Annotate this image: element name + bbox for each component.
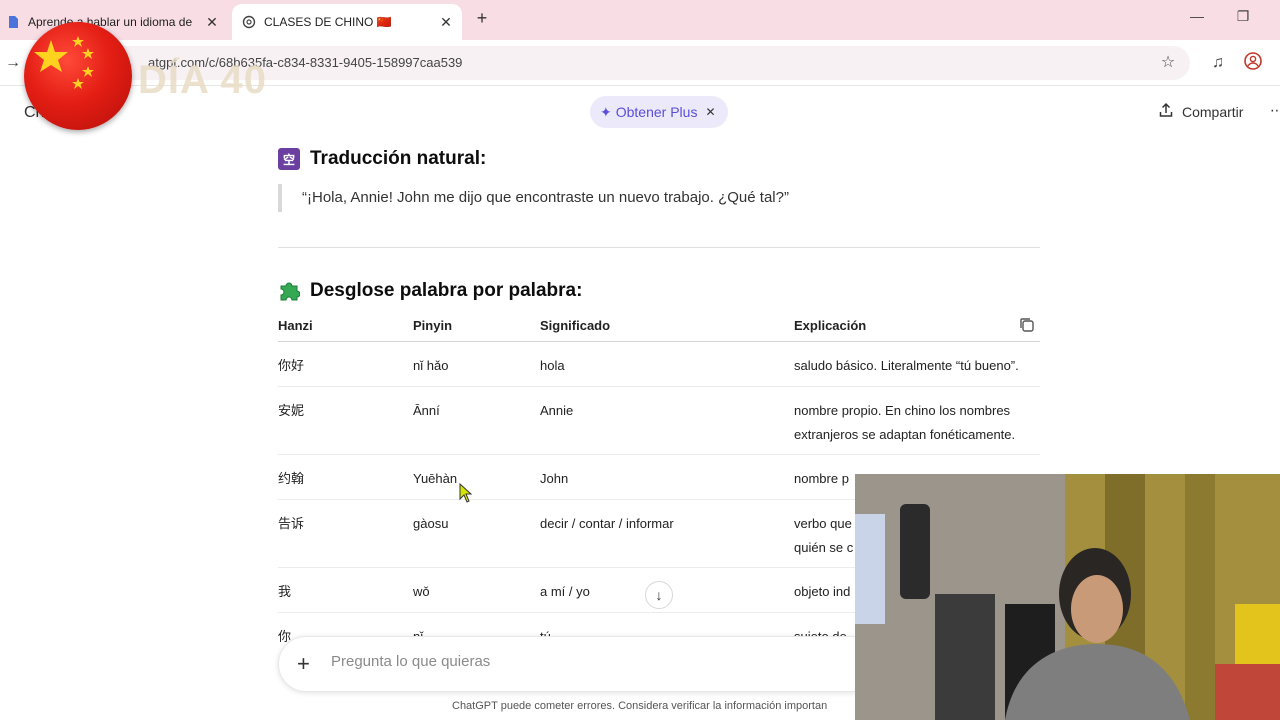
cell-explicacion: verbo que quién se c [794,516,854,555]
close-icon[interactable]: ✕ [202,14,222,31]
cell-explicacion: nombre propio. En chino los nombres extr… [794,403,1016,442]
divider [278,247,1040,248]
breakdown-heading-text: Desglose palabra por palabra: [310,280,583,301]
new-tab-icon[interactable]: + [472,8,492,32]
puzzle-icon [278,280,300,302]
day-counter: DÍA 40 [138,58,268,102]
breakdown-heading: Desglose palabra por palabra: [278,280,582,302]
translation-quote: “¡Hola, Annie! John me dijo que encontra… [278,184,789,212]
star-icon[interactable]: ☆ [1157,52,1179,74]
message-composer: + [278,636,878,692]
column-header-significado: Significado [540,318,611,333]
share-label: Compartir [1182,104,1244,120]
cell-significado: Annie [540,403,574,418]
cell-pinyin: gàosu [413,516,449,531]
table-header: Hanzi Pinyin Significado Explicación [278,314,1040,342]
close-icon[interactable]: ✕ [705,105,715,119]
column-header-pinyin: Pinyin [413,318,453,333]
cell-explicacion: objeto ind [794,584,851,599]
browser-tab-clases[interactable]: CLASES DE CHINO 🇨🇳 ✕ [232,4,462,40]
obtener-plus-button[interactable]: ✦ Obtener Plus ✕ [590,96,728,128]
cell-explicacion: nombre p [794,471,849,486]
cell-hanzi: 安妮 [278,403,305,418]
plus-icon[interactable]: + [297,651,310,677]
translation-heading: 空 Traducción natural: [278,148,486,170]
document-icon [6,15,20,29]
translation-heading-text: Traducción natural: [310,148,487,169]
cell-hanzi: 约翰 [278,471,305,486]
arrow-down-icon: ↓ [655,587,663,603]
cell-pinyin: nǐ hǎo [413,358,449,373]
column-header-hanzi: Hanzi [278,318,313,333]
cell-pinyin: Yuēhàn [413,471,458,486]
profile-icon[interactable] [1242,52,1264,74]
maximize-icon[interactable]: ❐ [1233,8,1253,25]
mouse-cursor-icon [459,482,473,508]
column-header-explicacion: Explicación [794,318,867,333]
china-flag-logo [24,22,132,130]
table-row: 安妮 Ānní Annie nombre propio. En chino lo… [278,387,1040,455]
webcam-overlay [855,474,1280,720]
share-icon [1158,102,1174,122]
media-icon[interactable]: ♫ [1207,52,1229,74]
disclaimer-text: ChatGPT puede cometer errores. Considera… [452,700,828,712]
more-icon[interactable]: ⋯ [1270,102,1280,119]
minimize-icon[interactable]: — [1187,8,1207,24]
tab-title: CLASES DE CHINO 🇨🇳 [264,15,392,29]
sparkle-icon: ✦ [600,103,612,120]
prompt-input[interactable] [331,653,851,670]
cell-hanzi: 你好 [278,358,305,373]
browser-tab-strip: Aprende a hablar un idioma de ✕ CLASES D… [0,0,1280,40]
cell-significado: a mí / yo [540,584,590,599]
copy-icon[interactable] [1018,316,1036,334]
forward-icon[interactable]: → [2,52,24,74]
cell-significado: decir / contar / informar [540,516,674,531]
table-row: 你好 nǐ hǎo hola saludo básico. Literalmen… [278,342,1040,387]
cell-hanzi: 告诉 [278,516,305,531]
cell-pinyin: wǒ [413,584,430,599]
share-button[interactable]: Compartir [1158,102,1243,122]
cell-explicacion: saludo básico. Literalmente “tú bueno”. [794,358,1019,373]
cell-significado: hola [540,358,565,373]
scroll-down-button[interactable]: ↓ [645,581,673,609]
cell-pinyin: Ānní [413,403,440,418]
chatgpt-icon [242,15,256,29]
cell-hanzi: 我 [278,584,292,599]
obtener-plus-label: Obtener Plus [615,104,698,120]
cell-significado: John [540,471,569,486]
close-icon[interactable]: ✕ [436,14,456,31]
kanji-icon: 空 [278,148,300,170]
